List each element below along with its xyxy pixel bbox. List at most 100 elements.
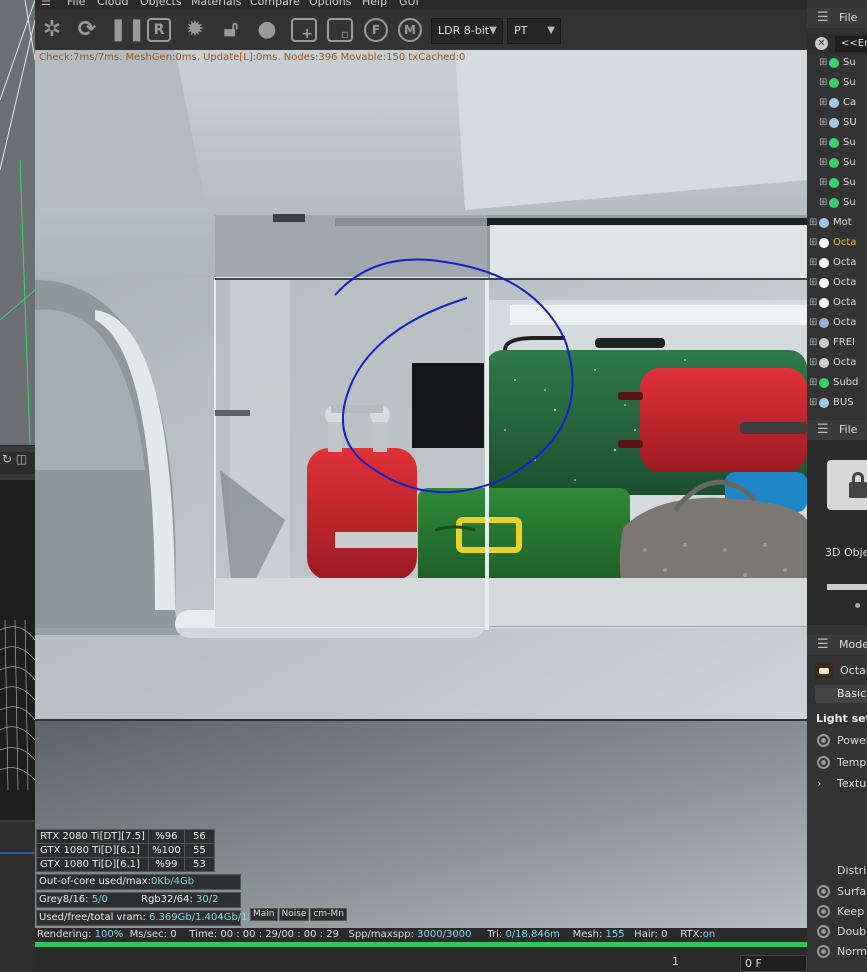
tree-item[interactable]: ⊞ SU [807,113,867,133]
param-row[interactable]: Tempe [807,752,867,773]
tree-item[interactable]: ⊞ Su [807,193,867,213]
material-ball-icon[interactable]: ● [253,16,281,44]
menu-hamburger-icon[interactable]: ☰ [817,635,829,655]
expand-icon[interactable]: ⊞ [809,253,817,273]
keyframe-radio[interactable] [817,756,830,769]
menu-objects[interactable]: Objects [140,0,182,8]
expand-icon[interactable]: ⊞ [819,173,827,193]
tree-item[interactable]: ⊞ Octa [807,253,867,273]
tree-item-label: Su [843,57,856,68]
viewport-tools[interactable]: ↻ ◫ [0,452,35,474]
perspective-viewport[interactable] [0,0,35,446]
expand-icon[interactable]: ⊞ [819,133,827,153]
menu-hamburger-icon[interactable]: ☰ [817,420,829,440]
expand-icon[interactable]: ⊞ [809,373,817,393]
tree-item[interactable]: ⊞ Mot [807,213,867,233]
param-row[interactable]: Double [807,921,867,942]
tree-item[interactable]: ⊞ Ca [807,93,867,113]
tree-item[interactable]: ⊞ Su [807,133,867,153]
display-mode-select[interactable]: LDR 8-bit ▼ [431,18,503,44]
tree-item[interactable]: ⊞ Su [807,173,867,193]
tab-cm-mn[interactable]: cm-Mn [310,908,347,921]
pick-object-icon[interactable]: ▫ [325,16,353,44]
left-viewport-strip: ↻ ◫ [0,0,35,972]
expand-icon[interactable]: ⊞ [819,113,827,133]
menu-options[interactable]: Options [309,0,351,8]
param-row[interactable]: Surfac [807,881,867,902]
keyframe-radio[interactable] [817,734,830,747]
pause-icon[interactable]: ❚❚ [109,16,146,44]
expand-icon[interactable]: ⊞ [819,93,827,113]
menu-cloud[interactable]: Cloud [97,0,128,8]
menu-help[interactable]: Help [362,0,387,8]
tab-basic[interactable]: Basic [815,685,867,703]
expand-icon[interactable]: ⊞ [809,393,817,413]
kernel-select[interactable]: PT ▼ [507,18,561,44]
keyframe-radio[interactable] [817,925,830,938]
param-row[interactable]: Power [807,730,867,751]
wireframe-preview [0,480,35,820]
close-icon[interactable]: ✕ [815,37,828,50]
live-viewer-render[interactable]: Check:7ms/7ms. MeshGen:0ms. Update[L]:0m… [35,50,807,928]
tree-item[interactable]: ⊞ Octa [807,293,867,313]
tree-item[interactable]: ⊞ Octa [807,313,867,333]
keyframe-radio[interactable] [817,905,830,918]
menu-hamburger-icon[interactable]: ☰ [817,8,829,28]
menu-mode[interactable]: Mode [839,638,867,651]
search-input[interactable]: <<Er [835,36,867,52]
expand-icon[interactable]: ⊞ [809,333,817,353]
menu-hamburger-icon[interactable]: ☰ [41,0,51,8]
param-label: Surfac [837,885,867,898]
menu-file[interactable]: File [67,0,85,8]
pick-m-icon[interactable]: M [396,16,424,44]
param-row[interactable]: Norma [807,941,867,962]
pick-focus-icon[interactable]: + [289,16,317,44]
region-icon[interactable]: R [145,16,173,44]
lock-icon[interactable]: 🔓︎ [217,16,245,44]
expand-icon[interactable]: ⊞ [809,233,817,253]
page-dot[interactable] [855,603,860,608]
chevron-right-icon[interactable]: › [817,773,821,794]
tree-item[interactable]: ⊞ Octa [807,273,867,293]
tree-item[interactable]: ⊞ Octa [807,233,867,253]
menu-materials[interactable]: Materials [191,0,241,8]
expand-icon[interactable]: ⊞ [809,313,817,333]
keyframe-radio[interactable] [817,885,830,898]
tab-noise[interactable]: Noise [278,908,310,921]
tree-item[interactable]: ⊞ BUS [807,393,867,413]
expand-icon[interactable]: ⊞ [819,73,827,93]
tree-item-label: Octa [833,277,857,288]
tree-item[interactable]: ⊞ FREI [807,333,867,353]
expand-icon[interactable]: ⊞ [809,273,817,293]
expand-icon[interactable]: ⊞ [809,293,817,313]
refresh-icon[interactable]: ⟳ [73,16,101,44]
menu-file[interactable]: File [839,11,857,24]
tree-item[interactable]: ⊞ Subd [807,373,867,393]
menu-gui[interactable]: GUI [399,0,419,8]
pick-f-icon[interactable]: F [362,16,390,44]
gpu-name: GTX 1080 Ti[D][6.1] [36,857,149,872]
expand-icon[interactable]: ⊞ [819,153,827,173]
tab-main[interactable]: Main [250,908,278,921]
param-row[interactable]: Distrib [807,860,867,881]
tree-item[interactable]: ⊞ Su [807,53,867,73]
settings-icon[interactable]: ✹ [181,16,209,44]
menu-compare[interactable]: Compare [250,0,300,8]
tree-item[interactable]: ⊞ Octa [807,353,867,373]
tree-item[interactable]: ⊞ Su [807,73,867,93]
expand-icon[interactable]: ⊞ [819,53,827,73]
gpu-temp: 56 [183,829,215,844]
expand-icon[interactable]: ⊞ [819,193,827,213]
keyframe-radio[interactable] [817,945,830,958]
expand-icon[interactable]: ⊞ [809,213,817,233]
param-row[interactable]: Keep i [807,901,867,922]
asset-scroll[interactable] [827,584,867,590]
tree-item[interactable]: ⊞ Su [807,153,867,173]
frame-field[interactable]: 0 F [740,955,807,972]
tree-item-label: Su [843,137,856,148]
menu-file[interactable]: File [839,423,857,436]
expand-icon[interactable]: ⊞ [809,353,817,373]
param-row[interactable]: › Textur [807,773,867,794]
gear-icon[interactable]: ✲ [38,16,66,44]
attribute-object-row: Octan [815,661,867,681]
